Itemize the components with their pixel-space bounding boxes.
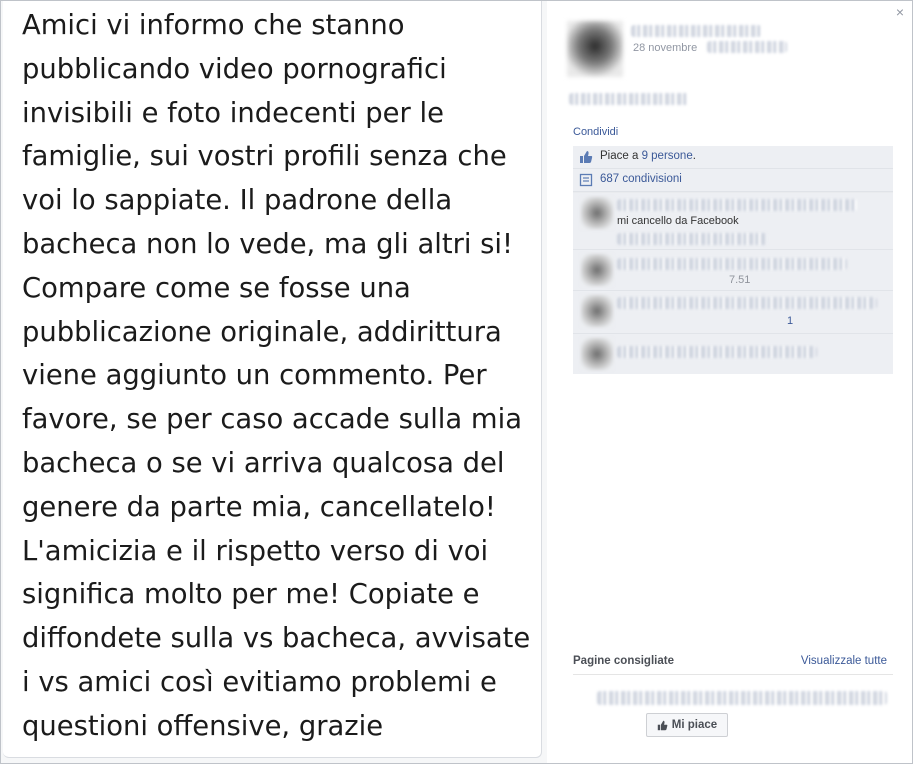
- like-page-label: Mi piace: [671, 719, 718, 731]
- post-text-line: voi lo sappiate. Il padrone della: [22, 185, 453, 217]
- comment-input-area[interactable]: [573, 334, 893, 374]
- author-name-blurred[interactable]: [631, 25, 761, 37]
- post-date[interactable]: 28 novembre: [633, 42, 697, 54]
- commenter-avatar[interactable]: [581, 197, 613, 229]
- post-text-line: invisibili e foto indecenti per le: [22, 97, 444, 129]
- suggested-pages-title: Pagine consigliate: [573, 655, 674, 667]
- share-link[interactable]: Condividi: [573, 126, 618, 138]
- divider: [573, 674, 893, 675]
- comment-time[interactable]: 7.51: [729, 274, 750, 286]
- post-image-text: Amici vi informo che stanno pubblicando …: [22, 4, 532, 749]
- comment-like-count[interactable]: 1: [787, 315, 793, 327]
- post-text-line: questioni offensive, grazie: [22, 710, 384, 742]
- commenter-name-blurred[interactable]: [617, 199, 857, 211]
- commenter-avatar[interactable]: [581, 254, 613, 286]
- privacy-blurred: [707, 41, 787, 53]
- author-avatar[interactable]: [567, 21, 623, 77]
- post-text-line: Amici vi informo che stanno: [22, 10, 405, 41]
- photo-text-card: Amici vi informo che stanno pubblicando …: [3, 1, 542, 758]
- shares-row: 687 condivisioni: [573, 169, 893, 192]
- post-text-line: L'amicizia e il rispetto verso di voi: [22, 535, 489, 567]
- thumbs-up-icon: [657, 720, 668, 730]
- feedback-area: Piace a 9 persone. 687 condivisioni mi c…: [573, 146, 893, 374]
- post-text-line: genere da parte mia, cancellatelo!: [22, 491, 496, 523]
- post-text-line: i vs amici così evitiamo problemi e: [22, 666, 497, 698]
- commenter-avatar[interactable]: [581, 295, 613, 327]
- post-text-line: bacheca o se vi arriva qualcosa del: [22, 447, 505, 479]
- likes-row: Piace a 9 persone.: [573, 146, 893, 169]
- comment-item: 1: [573, 291, 893, 334]
- share-count-icon: [579, 173, 593, 187]
- post-text-line: viene aggiunto un commento. Per: [22, 360, 487, 392]
- see-all-link[interactable]: Visualizzale tutte: [801, 655, 887, 667]
- post-text-line: significa molto per me! Copiate e: [22, 579, 480, 611]
- like-page-button[interactable]: Mi piace: [646, 713, 728, 737]
- post-text-line: famiglie, sui vostri profili senza che: [22, 141, 507, 173]
- comment-item: 7.51: [573, 250, 893, 291]
- post-text-line: diffondete sulla vs bacheca, avvisate: [22, 623, 531, 655]
- likes-count-link[interactable]: 9 persone: [642, 150, 693, 162]
- photo-viewer-frame: Amici vi informo che stanno pubblicando …: [0, 0, 913, 764]
- likes-suffix: .: [692, 150, 696, 162]
- caption-blurred: [569, 93, 689, 105]
- comment-blurred: [617, 297, 877, 309]
- post-text-line: bacheca non lo vede, ma gli altri si!: [22, 228, 514, 260]
- comment-blurred: [617, 258, 847, 270]
- comment-input-blurred[interactable]: [617, 346, 817, 358]
- shares-count-link[interactable]: 687 condivisioni: [600, 173, 682, 185]
- suggested-page-blurred[interactable]: [597, 691, 887, 705]
- comment-text: mi cancello da Facebook: [617, 215, 739, 227]
- post-text-line: favore, se per caso accade sulla mia: [22, 404, 522, 436]
- likes-prefix: Piace a: [600, 150, 642, 162]
- thumbs-up-icon: [580, 151, 593, 163]
- post-text-line: Compare come se fosse una: [22, 272, 411, 304]
- post-text-line: pubblicazione originale, addirittura: [22, 316, 502, 348]
- viewer-avatar: [581, 338, 613, 370]
- close-icon[interactable]: ×: [896, 4, 904, 20]
- comment-item: mi cancello da Facebook: [573, 193, 893, 250]
- post-text-line: pubblicando video pornografici: [22, 53, 447, 85]
- comment-meta-blurred: [617, 233, 767, 245]
- post-sidebar: × 28 novembre Condividi Piace a 9 person…: [547, 1, 912, 763]
